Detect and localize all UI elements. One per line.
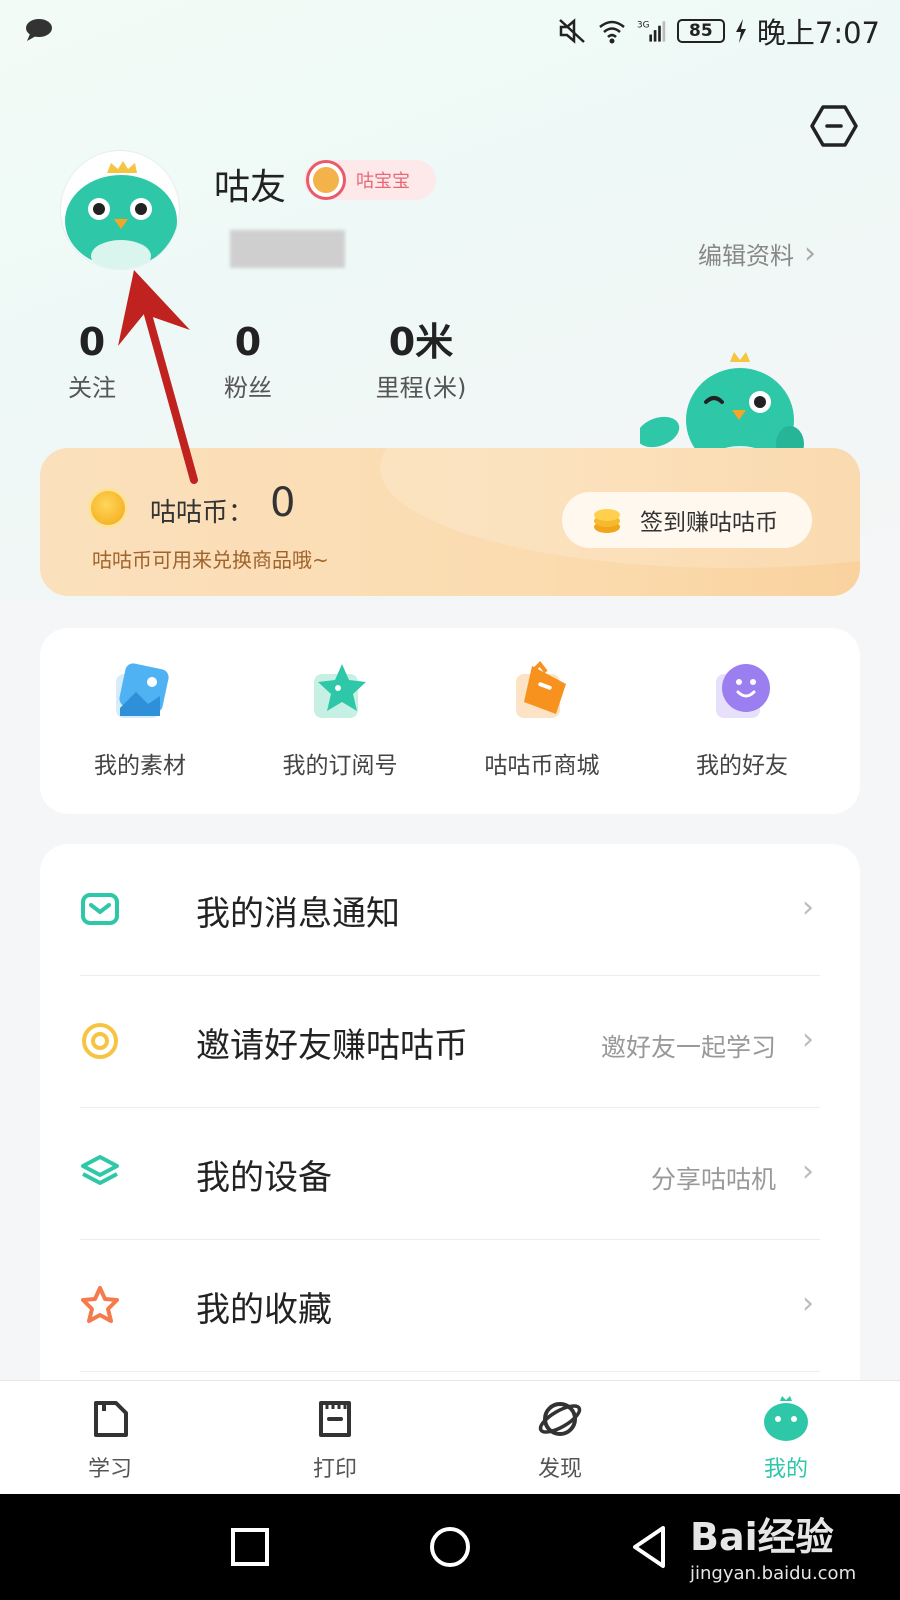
menu-list: 我的消息通知 › 邀请好友赚咕咕币 邀好友一起学习 › 我的设备 分享咕咕机 ›… <box>40 844 860 1384</box>
print-icon <box>319 1401 351 1437</box>
quick-links: 我的素材 我的订阅号 咕咕币商城 我的好友 <box>40 628 860 814</box>
user-id-redacted <box>230 230 345 268</box>
star-outline-icon <box>81 1286 119 1323</box>
message-icon <box>81 893 119 925</box>
quick-link-coin-mall[interactable]: 咕咕币商城 <box>452 660 632 780</box>
edit-profile-label: 编辑资料 <box>698 242 794 270</box>
chevron-right-icon: › <box>802 890 814 925</box>
signal-icon: 3G <box>637 20 666 42</box>
menu-item-notifications[interactable]: 我的消息通知 › <box>80 844 820 976</box>
watermark-sub: jingyan.baidu.com <box>690 1563 857 1584</box>
badge-icon <box>306 160 346 200</box>
tab-discover[interactable]: 发现 <box>500 1395 620 1483</box>
quick-link-label: 我的好友 <box>696 753 788 779</box>
layers-icon <box>81 1155 119 1185</box>
tab-label: 学习 <box>87 1457 132 1482</box>
watermark-main: Bai经验 <box>690 1515 834 1559</box>
menu-item-title: 邀请好友赚咕咕币 <box>196 1026 468 1066</box>
signin-earn-button[interactable]: 签到赚咕咕币 <box>562 492 812 548</box>
avatar[interactable] <box>60 150 180 270</box>
home-icon[interactable] <box>425 1522 475 1572</box>
menu-item-title: 我的消息通知 <box>196 894 400 934</box>
tab-study[interactable]: 学习 <box>50 1395 170 1483</box>
tab-label: 打印 <box>312 1457 357 1482</box>
coin-label: 咕咕币： <box>150 498 255 528</box>
chevron-right-icon: › <box>802 1022 814 1057</box>
menu-item-devices[interactable]: 我的设备 分享咕咕机 › <box>80 1108 820 1240</box>
stat-followers[interactable]: 0 粉丝 <box>208 320 288 403</box>
divider <box>80 1371 820 1372</box>
menu-item-favorites[interactable]: 我的收藏 › <box>80 1240 820 1372</box>
coin-icon <box>88 488 128 528</box>
friend-icon <box>716 664 770 718</box>
coin-stack-icon <box>594 509 620 533</box>
system-navigation-bar: Bai经验 jingyan.baidu.com <box>0 1494 900 1600</box>
stat-label: 粉丝 <box>224 374 272 402</box>
menu-item-subtitle: 邀好友一起学习 <box>600 1033 776 1062</box>
study-icon <box>94 1401 128 1437</box>
edit-profile-link[interactable]: 编辑资料 › <box>698 236 816 271</box>
chevron-right-icon: › <box>802 1154 814 1189</box>
badge-label: 咕宝宝 <box>356 171 410 192</box>
star-icon <box>314 664 366 718</box>
planet-icon <box>538 1402 582 1436</box>
username: 咕友 <box>214 167 287 208</box>
mascot-icon <box>764 1396 808 1441</box>
mascot-illustration <box>640 352 804 462</box>
tab-label: 发现 <box>537 1457 582 1482</box>
quick-link-label: 咕咕币商城 <box>484 753 600 779</box>
recent-apps-icon[interactable] <box>225 1522 275 1572</box>
quick-link-materials[interactable]: 我的素材 <box>50 660 230 780</box>
charging-icon <box>735 19 746 43</box>
menu-item-title: 我的收藏 <box>196 1290 332 1330</box>
network-type: 3G <box>637 20 650 30</box>
menu-item-title: 我的设备 <box>196 1158 332 1198</box>
chat-notification-icon <box>26 19 52 41</box>
signin-label: 签到赚咕咕币 <box>640 510 778 536</box>
stat-value: 0 <box>234 320 262 364</box>
chevron-right-icon: › <box>802 1286 814 1321</box>
quick-link-label: 我的素材 <box>94 753 186 779</box>
stat-label: 里程(米) <box>375 374 467 402</box>
quick-link-label: 我的订阅号 <box>282 753 398 779</box>
level-badge[interactable]: 咕宝宝 <box>304 160 436 200</box>
quick-link-subscriptions[interactable]: 我的订阅号 <box>250 660 430 780</box>
menu-item-subtitle: 分享咕咕机 <box>650 1165 776 1194</box>
stat-value: 0米 <box>388 320 454 364</box>
annotation-arrow <box>118 270 198 484</box>
battery-indicator: 85 <box>676 19 725 43</box>
invite-icon <box>82 1023 118 1059</box>
stat-mileage[interactable]: 0米 里程(米) <box>356 320 486 403</box>
shopping-bag-icon <box>516 660 566 718</box>
baidu-watermark: Bai经验 jingyan.baidu.com <box>690 1506 856 1584</box>
clock: 晚上7:07 <box>756 16 880 50</box>
menu-item-invite[interactable]: 邀请好友赚咕咕币 邀好友一起学习 › <box>80 976 820 1108</box>
bottom-tab-bar: 学习 打印 发现 我的 <box>0 1380 900 1494</box>
chevron-right-icon: › <box>804 236 816 271</box>
back-icon[interactable] <box>625 1522 675 1572</box>
tab-print[interactable]: 打印 <box>275 1395 395 1483</box>
coin-hint: 咕咕币可用来兑换商品哦~ <box>92 548 329 572</box>
quick-link-friends[interactable]: 我的好友 <box>652 660 832 780</box>
coin-balance: 0 <box>270 480 296 526</box>
mute-icon <box>559 18 585 44</box>
status-bar: 3G 85 晚上7:07 <box>0 0 900 62</box>
settings-icon[interactable] <box>810 104 858 148</box>
tab-label: 我的 <box>763 1457 808 1482</box>
wifi-icon <box>599 20 625 44</box>
material-icon <box>116 663 169 718</box>
tab-mine[interactable]: 我的 <box>726 1395 846 1483</box>
mascot-avatar-icon <box>65 161 177 269</box>
